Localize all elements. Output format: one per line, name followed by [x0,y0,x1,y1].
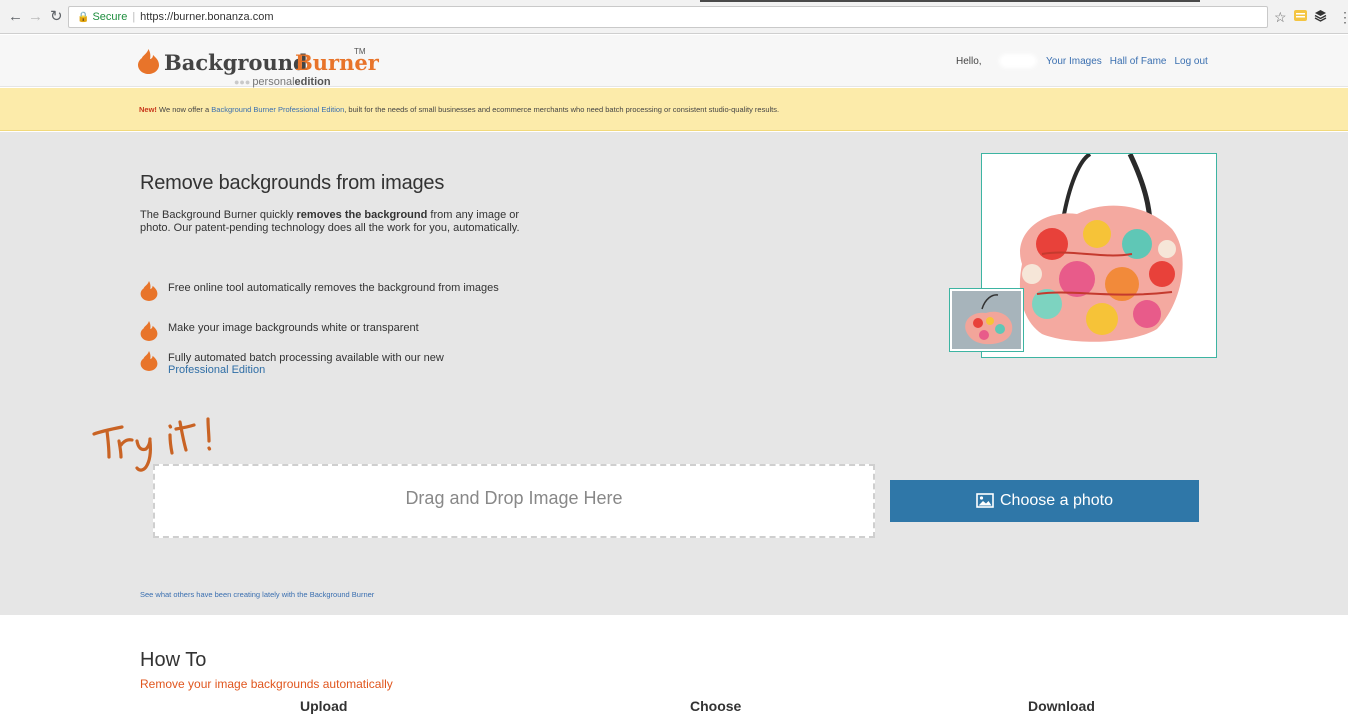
logo-edition: ●●● personaledition [234,76,331,88]
feature-text: Make your image backgrounds white or tra… [168,322,419,334]
nav-log-out[interactable]: Log out [1174,56,1207,67]
feature-text: Fully automated batch processing availab… [168,352,528,376]
address-bar[interactable]: 🔒 Secure | https://burner.bonanza.com [68,6,1268,28]
extension-layers-icon[interactable] [1314,9,1327,25]
banner-new-label: New! [139,105,157,114]
menu-kebab-icon[interactable]: ⋮ [1338,9,1348,25]
banner-text-after: , built for the needs of small businesse… [344,105,780,114]
hero-desc-before: The Background Burner quickly [140,209,297,221]
lock-icon: 🔒 [77,12,90,23]
feature-item: Fully automated batch processing availab… [140,351,540,381]
logo-edition-bold: edition [294,76,331,88]
feature-item: Free online tool automatically removes t… [140,281,540,311]
logo-word-background: Background [164,50,308,75]
username-redacted [999,54,1037,68]
announcement-banner: New! We now offer a Background Burner Pr… [0,88,1348,131]
nav-hall-of-fame[interactable]: Hall of Fame [1110,56,1167,67]
browser-toolbar: ← → ↻ 🔒 Secure | https://burner.bonanza.com… [0,0,1348,34]
image-icon [976,493,994,508]
hello-label: Hello, [956,56,982,67]
howto-subtitle: Remove your image backgrounds automatica… [140,677,393,691]
hero-title: Remove backgrounds from images [140,172,445,194]
banner-text: New! We now offer a Background Burner Pr… [139,105,779,114]
drop-zone-label: Drag and Drop Image Here [405,488,623,508]
step-download: Download [1028,698,1095,714]
reload-icon[interactable]: ↻ [50,9,63,25]
url-text: https://burner.bonanza.com [140,11,274,23]
user-nav: Your Images Hall of Fame Log out [1046,56,1216,67]
howto-title: How To [140,649,207,671]
feature-text-main: Fully automated batch processing availab… [168,352,444,364]
professional-edition-link[interactable]: Background Burner Professional Edition [211,105,344,114]
see-others-link[interactable]: See what others have been creating latel… [140,590,374,599]
site-header: Background Burner TM ●●● personaledition … [0,35,1348,88]
logo-trademark: TM [354,47,366,56]
hero-desc-bold: removes the background [296,209,428,221]
flame-logo-icon [138,49,159,74]
bookmark-star-icon[interactable]: ☆ [1274,9,1287,25]
original-thumbnail [949,288,1024,352]
logo[interactable]: Background Burner TM ●●● personaledition [138,47,379,88]
extension-note-icon[interactable] [1294,9,1307,25]
window-edge [700,0,1200,2]
choose-photo-button[interactable]: Choose a photo [890,480,1199,522]
logo-edition-prefix: personal [252,76,295,88]
feature-text: Free online tool automatically removes t… [168,282,499,294]
flame-bullet-icon [140,281,158,301]
step-upload: Upload [300,698,348,714]
nav-your-images[interactable]: Your Images [1046,56,1102,67]
professional-edition-feature-link[interactable]: Professional Edition [168,364,265,376]
forward-arrow-icon[interactable]: → [28,9,43,25]
hero-description: The Background Burner quickly removes th… [140,209,535,235]
flame-bullet-icon [140,351,158,371]
feature-item: Make your image backgrounds white or tra… [140,321,540,341]
banner-text-before: We now offer a [156,105,212,114]
logo-word-burner: Burner [295,50,379,75]
secure-label: Secure [92,11,128,23]
flame-bullet-icon [140,321,158,341]
thumbnail-image [952,291,1021,349]
choose-photo-label: Choose a photo [1000,492,1113,509]
drop-zone[interactable]: Drag and Drop Image Here [153,464,875,538]
back-arrow-icon[interactable]: ← [8,9,23,25]
step-choose: Choose [690,698,742,714]
hero-section: Remove backgrounds from images The Backg… [0,132,1348,615]
